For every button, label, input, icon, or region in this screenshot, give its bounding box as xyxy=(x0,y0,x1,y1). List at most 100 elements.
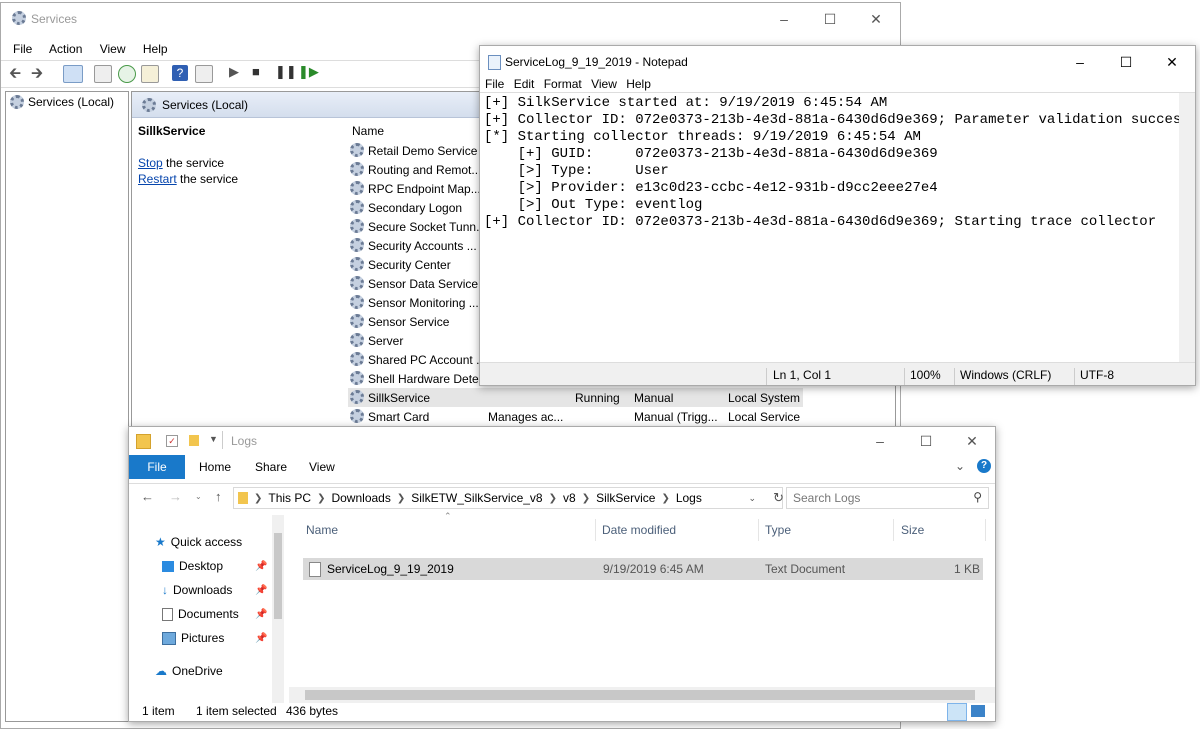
address-dropdown-icon[interactable]: ⌄ xyxy=(748,493,756,504)
stop-service-link[interactable]: Stop xyxy=(138,156,163,170)
pause-service-icon[interactable]: ❚❚ xyxy=(275,64,297,80)
breadcrumb-logs[interactable]: Logs xyxy=(676,491,702,505)
breadcrumb-silkservice[interactable]: SilkService xyxy=(596,491,655,505)
refresh-icon[interactable]: ↻ xyxy=(773,490,784,506)
nav-pictures[interactable]: Pictures xyxy=(162,631,224,645)
tab-home[interactable]: Home xyxy=(199,455,231,479)
notepad-titlebar[interactable]: ServiceLog_9_19_2019 - Notepad – ☐ ✕ xyxy=(480,46,1195,78)
properties-quick-icon[interactable]: ✓ xyxy=(166,435,178,447)
forward-button[interactable]: → xyxy=(169,489,182,504)
service-gear-icon xyxy=(350,390,364,404)
notepad-text-area[interactable]: [+] SilkService started at: 9/19/2019 6:… xyxy=(480,92,1195,385)
tree-node-services-local[interactable]: Services (Local) xyxy=(10,95,114,109)
large-icons-view-icon[interactable] xyxy=(971,705,985,717)
column-header-name[interactable]: Name xyxy=(352,124,384,138)
explorer-titlebar[interactable]: ✓ ▼ Logs – ☐ ✕ xyxy=(129,427,995,455)
service-gear-icon xyxy=(350,162,364,176)
service-name: Shell Hardware Dete... xyxy=(368,371,486,386)
restart-service-icon[interactable]: ❚▶ xyxy=(298,64,319,80)
menu-file[interactable]: File xyxy=(13,42,32,56)
services-titlebar[interactable]: Services – ☐ ✕ xyxy=(1,3,900,35)
nav-onedrive-label: OneDrive xyxy=(172,664,223,678)
nav-onedrive[interactable]: ☁ OneDrive xyxy=(155,664,223,678)
nav-documents[interactable]: Documents xyxy=(162,607,239,621)
service-name: Security Center xyxy=(368,257,451,272)
notepad-vertical-scrollbar[interactable] xyxy=(1179,93,1195,385)
up-button[interactable]: ↑ xyxy=(215,489,222,504)
maximize-button[interactable]: ☐ xyxy=(807,3,853,35)
service-name: RPC Endpoint Map... xyxy=(368,181,481,196)
explorer-minimize-button[interactable]: – xyxy=(857,427,903,455)
service-gear-icon xyxy=(350,314,364,328)
notepad-maximize-button[interactable]: ☐ xyxy=(1103,46,1149,78)
notepad-minimize-button[interactable]: – xyxy=(1057,46,1103,78)
back-button[interactable]: ← xyxy=(141,489,154,504)
star-icon: ★ xyxy=(155,535,166,549)
tab-share[interactable]: Share xyxy=(255,455,287,479)
menu-action[interactable]: Action xyxy=(49,42,82,56)
service-gear-icon xyxy=(350,143,364,157)
tab-view[interactable]: View xyxy=(309,455,335,479)
nav-downloads-label: Downloads xyxy=(173,583,233,597)
column-header-size[interactable]: Size xyxy=(901,523,924,537)
breadcrumb-this-pc[interactable]: This PC xyxy=(268,491,311,505)
tab-file[interactable]: File xyxy=(129,455,185,479)
service-gear-icon xyxy=(350,409,364,423)
help-icon[interactable]: ? xyxy=(977,459,991,473)
selection-size: 436 bytes xyxy=(286,704,339,718)
notepad-menu-file[interactable]: File xyxy=(485,77,504,91)
forward-arrow-icon[interactable]: 🡲 xyxy=(31,63,47,82)
explorer-close-button[interactable]: ✕ xyxy=(949,427,995,455)
minimize-button[interactable]: – xyxy=(761,3,807,35)
breadcrumb-silketw[interactable]: SilkETW_SilkService_v8 xyxy=(411,491,542,505)
notepad-close-button[interactable]: ✕ xyxy=(1149,46,1195,78)
service-row[interactable]: Smart Card Manages ac... Manual (Trigg... L… xyxy=(348,407,895,426)
pin-icon[interactable]: 📌 xyxy=(255,561,267,572)
explorer-maximize-button[interactable]: ☐ xyxy=(903,427,949,455)
breadcrumb-downloads[interactable]: Downloads xyxy=(331,491,390,505)
refresh-icon[interactable] xyxy=(118,65,136,83)
expand-ribbon-icon[interactable]: ⌄ xyxy=(955,459,965,473)
search-box[interactable]: Search Logs ⚲ xyxy=(786,487,989,509)
address-bar[interactable]: ❯ This PC ❯ Downloads ❯ SilkETW_SilkServ… xyxy=(233,487,784,509)
restart-service-link[interactable]: Restart xyxy=(138,172,177,186)
service-logon-as: Local Service xyxy=(728,409,801,424)
details-view-icon[interactable] xyxy=(947,703,967,721)
column-header-date[interactable]: Date modified xyxy=(602,523,676,537)
menu-view[interactable]: View xyxy=(100,42,126,56)
menu-help[interactable]: Help xyxy=(143,42,168,56)
export-list-icon[interactable] xyxy=(141,65,159,83)
breadcrumb-v8[interactable]: v8 xyxy=(563,491,576,505)
close-button[interactable]: ✕ xyxy=(853,3,899,35)
service-name: Secondary Logon xyxy=(368,200,463,215)
service-row[interactable]: SillkService Running Manual Local System xyxy=(348,388,803,407)
documents-icon xyxy=(162,607,173,621)
back-arrow-icon[interactable]: 🡰 xyxy=(9,63,25,82)
console-tree-icon[interactable] xyxy=(63,65,83,83)
stop-service-icon[interactable]: ■ xyxy=(252,64,268,80)
nav-quick-access[interactable]: ★ Quick access xyxy=(155,535,242,549)
new-folder-quick-icon[interactable] xyxy=(189,435,199,446)
nav-desktop[interactable]: Desktop xyxy=(162,559,223,573)
help-icon[interactable]: ? xyxy=(172,65,188,81)
pin-icon[interactable]: 📌 xyxy=(255,633,267,644)
show-hide-pane-icon[interactable] xyxy=(195,65,213,83)
nav-downloads[interactable]: ↓ Downloads xyxy=(162,583,232,597)
notepad-menu-edit[interactable]: Edit xyxy=(514,77,535,91)
customize-quick-access-icon[interactable]: ▼ xyxy=(209,434,218,444)
column-header-type[interactable]: Type xyxy=(765,523,791,537)
column-header-name[interactable]: Name xyxy=(306,523,338,537)
notepad-menu-view[interactable]: View xyxy=(591,77,617,91)
file-row[interactable]: ServiceLog_9_19_2019 9/19/2019 6:45 AM T… xyxy=(303,558,983,580)
tree-node-label: Services (Local) xyxy=(28,95,115,109)
folder-icon xyxy=(136,434,151,449)
pin-icon[interactable]: 📌 xyxy=(255,585,267,596)
start-service-icon[interactable]: ▶ xyxy=(229,64,245,80)
notepad-menu-format[interactable]: Format xyxy=(544,77,582,91)
properties-icon[interactable] xyxy=(94,65,112,83)
action-restart: Restart the service xyxy=(138,172,328,186)
pin-icon[interactable]: 📌 xyxy=(255,609,267,620)
notepad-menu-help[interactable]: Help xyxy=(626,77,651,91)
recent-locations-icon[interactable]: ⌄ xyxy=(195,492,202,501)
nav-pane-scrollbar[interactable] xyxy=(272,515,284,703)
